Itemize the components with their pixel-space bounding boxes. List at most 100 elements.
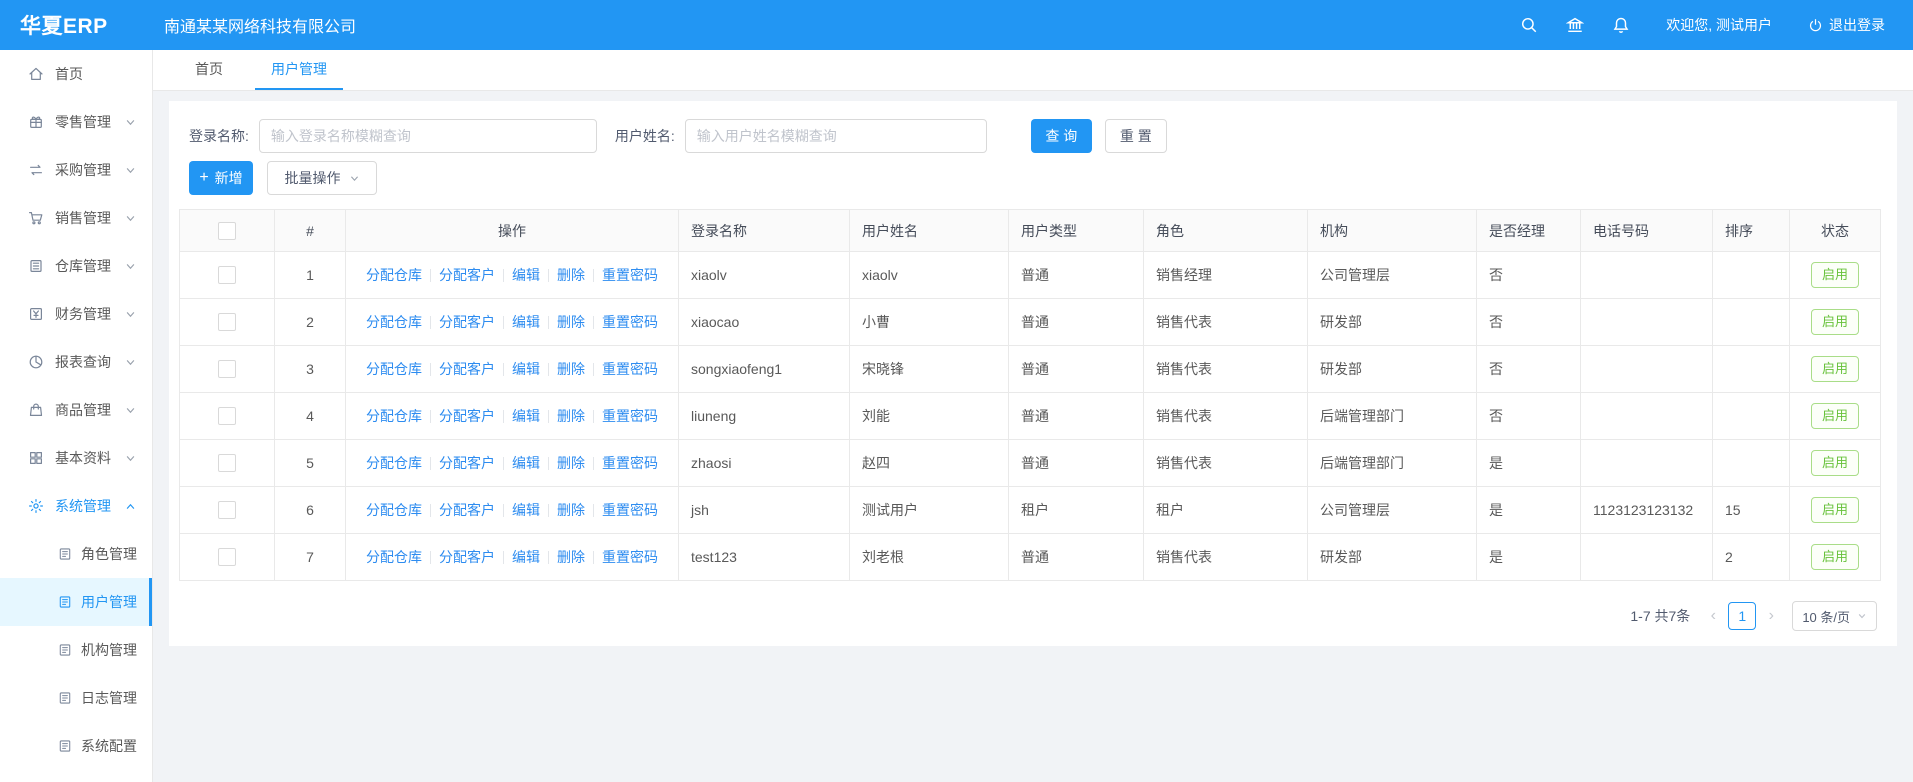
op-link-1[interactable]: 分配仓库 <box>366 265 422 285</box>
select-all-checkbox[interactable] <box>218 222 236 240</box>
status-badge[interactable]: 启用 <box>1811 356 1859 382</box>
op-link-5[interactable]: 重置密码 <box>602 312 658 332</box>
op-link-5[interactable]: 重置密码 <box>602 265 658 285</box>
page-size-select[interactable]: 10 条/页 <box>1792 601 1877 631</box>
row-checkbox[interactable] <box>218 501 236 519</box>
sidebar-item-6[interactable]: 财务管理 <box>0 290 152 338</box>
op-link-1[interactable]: 分配仓库 <box>366 406 422 426</box>
sidebar-subitem-1[interactable]: 角色管理 <box>0 530 152 578</box>
op-link-4[interactable]: 删除 <box>557 312 585 332</box>
sidebar-item-9[interactable]: 基本资料 <box>0 434 152 482</box>
row-checkbox[interactable] <box>218 313 236 331</box>
row-checkbox[interactable] <box>218 548 236 566</box>
op-separator <box>593 551 594 564</box>
content-card: 登录名称: 用户姓名: 查 询 重 置 +新增 批量操作 #操作登录名称用户姓名… <box>169 101 1897 646</box>
sidebar-item-1[interactable]: 首页 <box>0 50 152 98</box>
sidebar-item-5[interactable]: 仓库管理 <box>0 242 152 290</box>
next-page-button[interactable]: › <box>1762 608 1780 624</box>
sidebar-item-7[interactable]: 报表查询 <box>0 338 152 386</box>
status-badge[interactable]: 启用 <box>1811 450 1859 476</box>
op-separator <box>548 410 549 423</box>
op-link-1[interactable]: 分配仓库 <box>366 453 422 473</box>
current-page-button[interactable]: 1 <box>1728 602 1756 630</box>
batch-actions-button[interactable]: 批量操作 <box>267 161 377 195</box>
system-icon <box>28 498 44 514</box>
row-checkbox[interactable] <box>218 360 236 378</box>
row-checkbox[interactable] <box>218 454 236 472</box>
op-link-2[interactable]: 分配客户 <box>439 265 495 285</box>
status-badge[interactable]: 启用 <box>1811 309 1859 335</box>
op-link-4[interactable]: 删除 <box>557 359 585 379</box>
op-link-2[interactable]: 分配客户 <box>439 359 495 379</box>
op-link-4[interactable]: 删除 <box>557 406 585 426</box>
op-link-3[interactable]: 编辑 <box>512 265 540 285</box>
status-badge[interactable]: 启用 <box>1811 497 1859 523</box>
op-link-4[interactable]: 删除 <box>557 453 585 473</box>
status-badge[interactable]: 启用 <box>1811 403 1859 429</box>
row-checkbox[interactable] <box>218 266 236 284</box>
sidebar-subitem-3[interactable]: 机构管理 <box>0 626 152 674</box>
op-link-3[interactable]: 编辑 <box>512 359 540 379</box>
op-link-2[interactable]: 分配客户 <box>439 406 495 426</box>
op-link-2[interactable]: 分配客户 <box>439 312 495 332</box>
column-header-10: 排序 <box>1713 210 1790 252</box>
op-link-4[interactable]: 删除 <box>557 265 585 285</box>
op-link-1[interactable]: 分配仓库 <box>366 547 422 567</box>
op-link-1[interactable]: 分配仓库 <box>366 359 422 379</box>
column-header-9: 电话号码 <box>1581 210 1713 252</box>
tab-1[interactable]: 首页 <box>179 50 239 90</box>
add-button[interactable]: +新增 <box>189 161 253 195</box>
status-badge[interactable]: 启用 <box>1811 544 1859 570</box>
search-icon[interactable] <box>1520 16 1538 34</box>
op-link-5[interactable]: 重置密码 <box>602 453 658 473</box>
prev-page-button[interactable]: ‹ <box>1704 608 1722 624</box>
sidebar-subitem-5[interactable]: 系统配置 <box>0 722 152 770</box>
sidebar-item-4[interactable]: 销售管理 <box>0 194 152 242</box>
sidebar-item-2[interactable]: 零售管理 <box>0 98 152 146</box>
op-link-2[interactable]: 分配客户 <box>439 547 495 567</box>
row-operations: 分配仓库分配客户编辑删除重置密码 <box>346 346 679 393</box>
row-select-cell <box>180 534 275 581</box>
op-link-2[interactable]: 分配客户 <box>439 500 495 520</box>
institution-icon[interactable] <box>1566 16 1584 34</box>
sidebar-subitem-2[interactable]: 用户管理 <box>0 578 152 626</box>
op-link-5[interactable]: 重置密码 <box>602 500 658 520</box>
sidebar-item-10[interactable]: 系统管理 <box>0 482 152 530</box>
op-separator <box>593 316 594 329</box>
op-link-1[interactable]: 分配仓库 <box>366 500 422 520</box>
cell-status: 启用 <box>1790 393 1881 440</box>
tab-2[interactable]: 用户管理 <box>255 50 343 90</box>
user-name-input[interactable] <box>685 119 987 153</box>
op-separator <box>503 269 504 282</box>
users-table: #操作登录名称用户姓名用户类型角色机构是否经理电话号码排序状态1分配仓库分配客户… <box>179 209 1881 581</box>
notification-bell-icon[interactable] <box>1612 16 1630 34</box>
reset-button[interactable]: 重 置 <box>1105 119 1167 153</box>
op-link-5[interactable]: 重置密码 <box>602 406 658 426</box>
op-link-3[interactable]: 编辑 <box>512 406 540 426</box>
op-link-5[interactable]: 重置密码 <box>602 359 658 379</box>
search-button[interactable]: 查 询 <box>1031 119 1092 153</box>
op-link-3[interactable]: 编辑 <box>512 500 540 520</box>
status-badge[interactable]: 启用 <box>1811 262 1859 288</box>
sidebar-item-3[interactable]: 采购管理 <box>0 146 152 194</box>
row-checkbox[interactable] <box>218 407 236 425</box>
sidebar-item-8[interactable]: 商品管理 <box>0 386 152 434</box>
cell-role: 销售代表 <box>1144 440 1308 487</box>
op-link-3[interactable]: 编辑 <box>512 312 540 332</box>
cell-org: 公司管理层 <box>1308 252 1477 299</box>
row-select-cell <box>180 487 275 534</box>
sidebar-subitem-4[interactable]: 日志管理 <box>0 674 152 722</box>
logout-button[interactable]: 退出登录 <box>1808 15 1885 35</box>
op-link-4[interactable]: 删除 <box>557 547 585 567</box>
op-link-3[interactable]: 编辑 <box>512 453 540 473</box>
op-link-4[interactable]: 删除 <box>557 500 585 520</box>
column-header-8: 是否经理 <box>1477 210 1581 252</box>
chevron-down-icon <box>125 213 136 224</box>
cell-sort: 15 <box>1713 487 1790 534</box>
op-link-5[interactable]: 重置密码 <box>602 547 658 567</box>
login-name-input[interactable] <box>259 119 597 153</box>
op-link-1[interactable]: 分配仓库 <box>366 312 422 332</box>
op-link-3[interactable]: 编辑 <box>512 547 540 567</box>
op-link-2[interactable]: 分配客户 <box>439 453 495 473</box>
row-index: 7 <box>275 534 346 581</box>
